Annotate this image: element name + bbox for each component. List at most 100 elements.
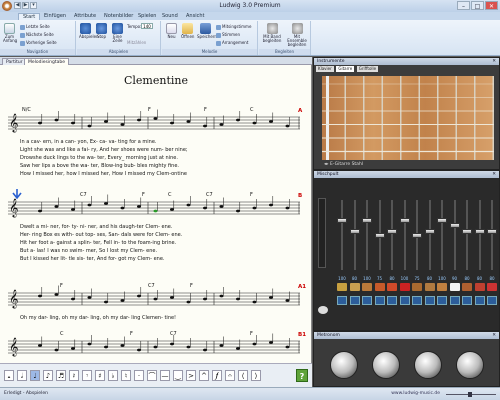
instrument-icon[interactable] (449, 283, 460, 291)
note-head[interactable] (186, 345, 191, 349)
instrument-icon[interactable] (462, 283, 472, 291)
mute-icon[interactable] (318, 306, 328, 314)
channel-toggle[interactable] (449, 296, 460, 305)
metronome-pad[interactable] (414, 351, 442, 379)
note-head[interactable] (153, 209, 158, 213)
chord-symbol[interactable]: N/C (22, 107, 31, 113)
note-head[interactable] (236, 118, 240, 122)
note-head[interactable] (38, 294, 42, 298)
fader-knob[interactable] (399, 218, 410, 223)
note-tool-button[interactable]: ^ (199, 370, 209, 381)
note-tool-button[interactable]: ♩ (30, 370, 40, 381)
note-tool-button[interactable]: ⌒ (147, 370, 157, 381)
note-head[interactable] (285, 206, 290, 210)
undo-icon[interactable]: ◀ (14, 2, 21, 9)
help-button[interactable]: ? (296, 369, 308, 382)
instrument-icon[interactable] (437, 283, 447, 291)
instrument-icon[interactable] (399, 283, 410, 291)
note-tool-button[interactable]: ⟩ (251, 370, 261, 381)
note-head[interactable] (87, 203, 92, 207)
guitar-fretboard[interactable] (322, 76, 494, 160)
note-tool-button[interactable]: 𝄾 (82, 370, 92, 381)
chord-symbol[interactable]: C (250, 107, 254, 113)
close-icon[interactable]: ✕ (492, 332, 496, 339)
minimize-button[interactable]: – (457, 1, 470, 10)
fader-track[interactable] (466, 200, 468, 270)
note-head[interactable] (236, 297, 240, 301)
tab-insert[interactable]: Einfügen (40, 13, 70, 20)
note-head[interactable] (137, 294, 141, 298)
count-in-checkbox[interactable]: Mitzählen (127, 39, 146, 46)
note-head[interactable] (203, 297, 207, 301)
chord-symbol[interactable]: C7 (148, 283, 155, 289)
prev-page-button[interactable]: Vorherige Seite (20, 39, 57, 46)
note-head[interactable] (38, 344, 42, 347)
note-head[interactable] (203, 124, 207, 128)
instrument-icon[interactable] (349, 283, 360, 291)
fader-knob[interactable] (374, 233, 385, 238)
note-head[interactable] (186, 120, 191, 123)
note-tool-button[interactable]: 𝅝 (4, 370, 14, 381)
one-line-button[interactable]: Eine Zeile (111, 23, 124, 43)
fader-knob[interactable] (412, 233, 422, 238)
chord-symbol[interactable]: F (148, 107, 151, 113)
note-head[interactable] (153, 297, 158, 301)
fader-knob[interactable] (387, 229, 397, 234)
fader-knob[interactable] (424, 229, 435, 234)
note-head[interactable] (137, 205, 141, 208)
chord-symbol[interactable]: C (60, 331, 64, 337)
fader-knob[interactable] (462, 229, 472, 234)
arrangement-button[interactable]: Arrangement (216, 39, 248, 46)
note-head[interactable] (54, 348, 59, 352)
note-tool-button[interactable]: — (160, 370, 170, 381)
note-head[interactable] (186, 203, 191, 207)
tab-attributes[interactable]: Attribute (70, 13, 100, 20)
channel-toggle[interactable] (349, 296, 360, 305)
instrument-icon[interactable] (362, 283, 372, 291)
chord-symbol[interactable]: F (142, 192, 145, 198)
note-head[interactable] (285, 345, 290, 349)
chord-symbol[interactable]: C7 (80, 192, 87, 198)
tab-start[interactable]: Start (18, 13, 41, 20)
fader-track[interactable] (441, 200, 443, 270)
instrument-icon[interactable] (337, 283, 347, 291)
note-tool-button[interactable]: 𝄐 (225, 370, 235, 381)
note-head[interactable] (87, 296, 92, 299)
note-head[interactable] (137, 118, 141, 122)
lyric-line[interactable]: Drowshe duck lings to the wa- ter, Every… (20, 155, 178, 161)
save-button[interactable]: Speichern (197, 23, 217, 39)
close-button[interactable]: ✕ (485, 1, 498, 10)
note-head[interactable] (71, 208, 75, 211)
note-head[interactable] (269, 120, 273, 123)
qat-dropdown-icon[interactable]: ▾ (30, 2, 37, 9)
note-head[interactable] (219, 344, 224, 347)
chord-symbol[interactable]: F (250, 192, 253, 198)
note-head[interactable] (120, 299, 125, 302)
note-head[interactable] (236, 347, 240, 350)
note-tool-button[interactable]: ♭ (108, 370, 118, 381)
note-head[interactable] (120, 206, 125, 210)
tab-view[interactable]: Ansicht (182, 13, 208, 20)
channel-toggle[interactable] (424, 296, 435, 305)
playback-cursor-icon[interactable] (12, 189, 22, 200)
note-head[interactable] (104, 120, 108, 123)
note-head[interactable] (38, 209, 42, 213)
instrument-icon[interactable] (487, 283, 497, 291)
note-tool-button[interactable]: 𝄽 (69, 370, 79, 381)
band-accompany-button[interactable]: Mit Band begleiten (261, 23, 283, 43)
fader-track[interactable] (428, 200, 431, 270)
lyric-line[interactable]: Her- ring Box es with- out top- ses, San… (20, 232, 182, 238)
tab-note-images[interactable]: Notenbilder (100, 13, 137, 20)
note-tool-button[interactable]: ♮ (121, 370, 131, 381)
fader-track[interactable] (403, 200, 406, 270)
lyric-line[interactable]: Light she was and like a fai- ry, And he… (20, 147, 188, 153)
close-icon[interactable]: ✕ (492, 171, 496, 178)
note-head[interactable] (203, 206, 207, 210)
metronome-pad[interactable] (372, 351, 400, 379)
fader-knob[interactable] (449, 223, 460, 228)
tab-sound[interactable]: Sound (158, 13, 182, 20)
channel-toggle[interactable] (474, 296, 485, 305)
chord-symbol[interactable]: F (190, 283, 193, 289)
note-head[interactable] (203, 348, 207, 352)
fader-knob[interactable] (349, 229, 360, 234)
